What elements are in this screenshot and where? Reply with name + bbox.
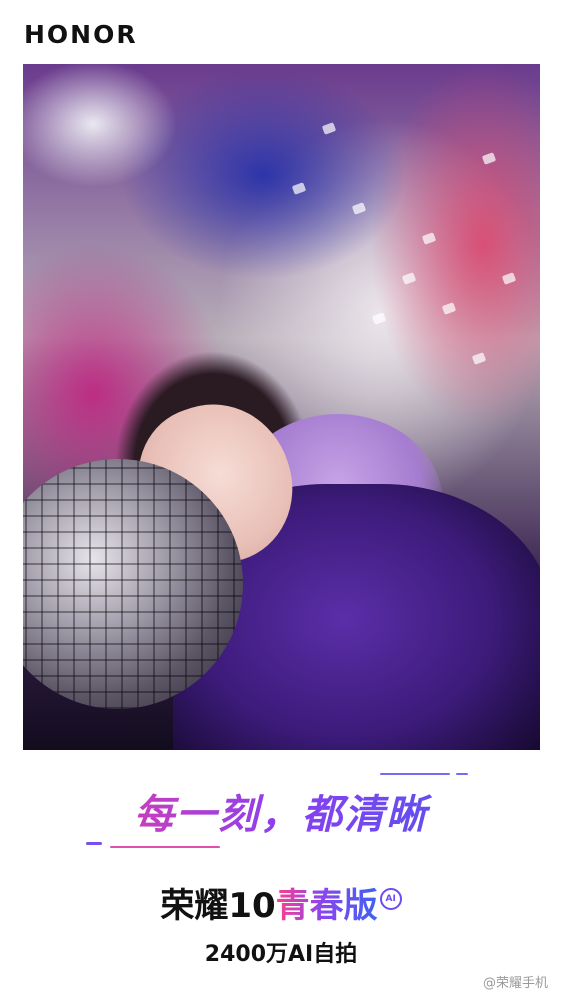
ai-badge-icon: AI xyxy=(379,888,402,910)
slogan-text: 每一刻，都清晰 xyxy=(0,782,562,840)
product-name-part1: 荣耀10 xyxy=(160,886,276,926)
product-name-part2: 青春版 xyxy=(275,886,378,926)
weibo-watermark: @荣耀手机 xyxy=(482,976,548,991)
slogan-deco-line xyxy=(86,842,102,845)
hero-photo xyxy=(23,64,540,750)
product-title: 荣耀10青春版 AI xyxy=(0,886,562,926)
slogan-deco-line xyxy=(380,773,450,775)
slogan-deco-line xyxy=(110,846,220,848)
brand-logo: HONOR xyxy=(24,20,138,49)
slogan-deco-line xyxy=(456,773,468,775)
product-subtitle: 2400万AI自拍 xyxy=(204,942,358,967)
